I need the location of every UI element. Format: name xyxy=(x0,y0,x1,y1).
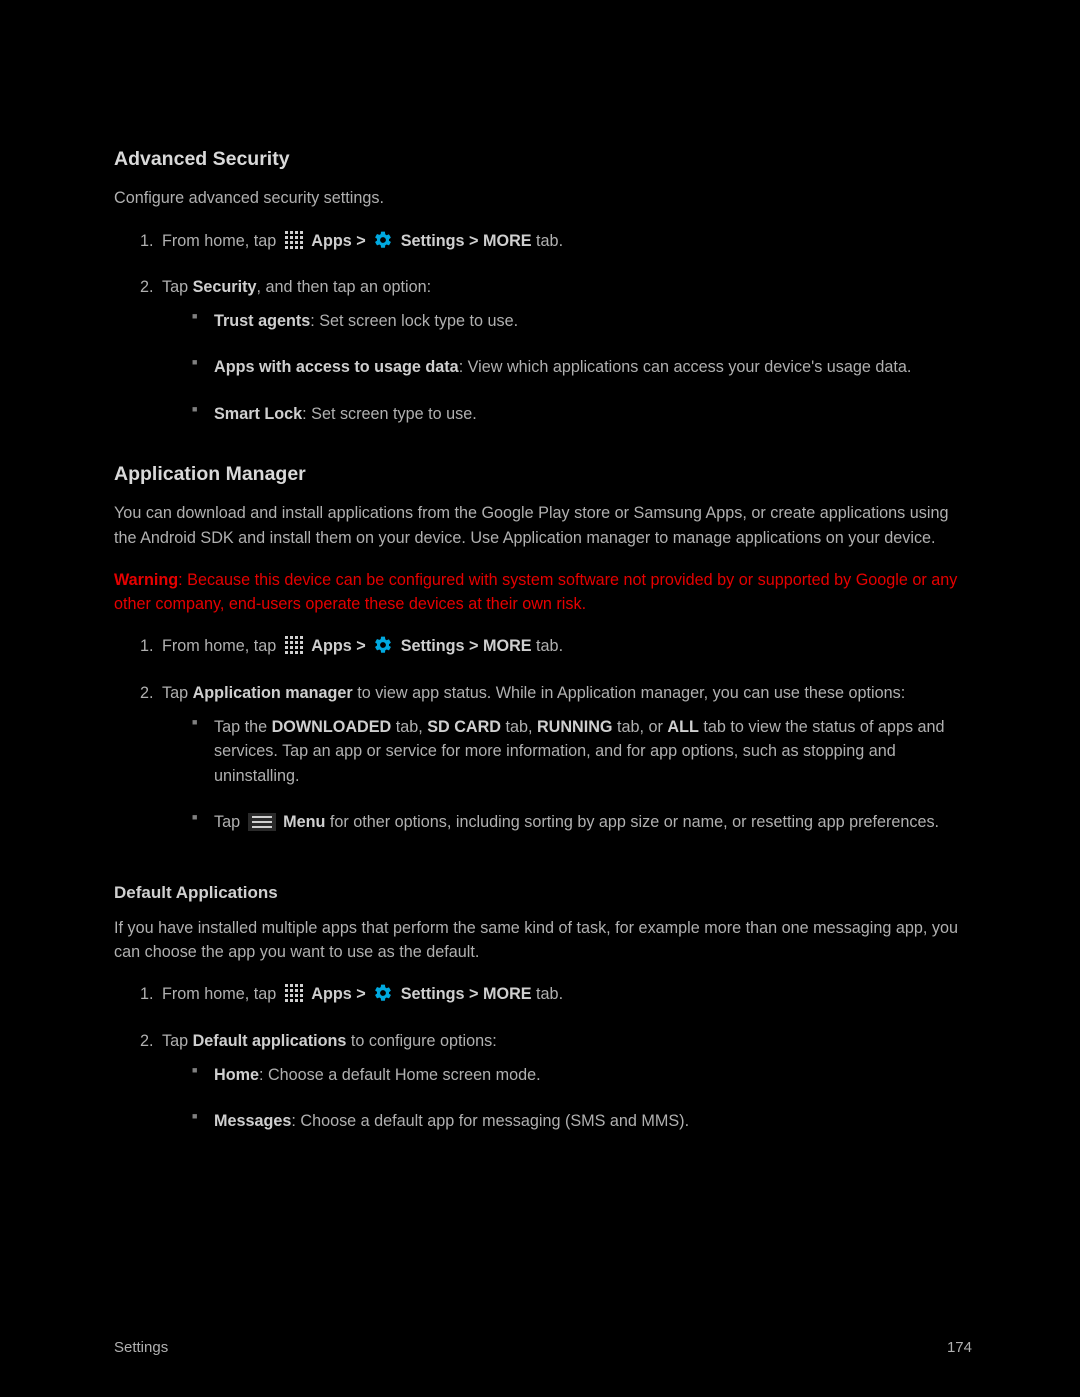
page-footer: Settings 174 xyxy=(114,1337,972,1360)
footer-section-name: Settings xyxy=(114,1337,168,1360)
step-2-text-c2: to view app status. While in Application… xyxy=(353,684,906,702)
security-label: Security xyxy=(193,278,257,296)
option-smart-lock: Smart Lock: Set screen type to use. xyxy=(192,402,972,426)
steps-default-applications: From home, tap Apps > Settings > MORE ta… xyxy=(136,982,972,1133)
menu-a: Tap xyxy=(214,813,245,831)
tab-suffix: tab. xyxy=(532,637,564,655)
messages-label: Messages xyxy=(214,1112,291,1130)
sdcard-tab-label: SD CARD xyxy=(427,718,501,736)
tabs-m1: tab, xyxy=(391,718,427,736)
downloaded-tab-label: DOWNLOADED xyxy=(272,718,392,736)
default-applications-label: Default applications xyxy=(193,1032,347,1050)
heading-default-applications: Default Applications xyxy=(114,880,972,906)
intro-application-manager: You can download and install application… xyxy=(114,501,972,550)
running-tab-label: RUNNING xyxy=(537,718,613,736)
option-trust-agents: Trust agents: Set screen lock type to us… xyxy=(192,309,972,333)
intro-default-applications: If you have installed multiple apps that… xyxy=(114,916,972,965)
settings-gear-icon xyxy=(373,983,393,1010)
apps-grid-icon xyxy=(284,983,304,1010)
home-desc: : Choose a default Home screen mode. xyxy=(259,1066,541,1084)
settings-more-label: Settings > MORE xyxy=(401,985,532,1003)
heading-application-manager: Application Manager xyxy=(114,460,972,489)
defapp-options: Home: Choose a default Home screen mode.… xyxy=(192,1063,972,1134)
trust-agents-label: Trust agents xyxy=(214,312,310,330)
appmgr-options: Tap the DOWNLOADED tab, SD CARD tab, RUN… xyxy=(192,715,972,838)
step-2: Tap Security, and then tap an option: Tr… xyxy=(158,275,972,426)
settings-gear-icon xyxy=(373,635,393,662)
option-messages: Messages: Choose a default app for messa… xyxy=(192,1109,972,1133)
tab-suffix: tab. xyxy=(532,985,564,1003)
tab-suffix: tab. xyxy=(532,232,564,250)
warning-body: : Because this device can be configured … xyxy=(114,571,957,613)
menu-label: Menu xyxy=(283,813,325,831)
step-2-appmgr: Tap Application manager to view app stat… xyxy=(158,681,972,838)
tabs-m2: tab, xyxy=(501,718,537,736)
option-tabs: Tap the DOWNLOADED tab, SD CARD tab, RUN… xyxy=(192,715,972,788)
tabs-a: Tap the xyxy=(214,718,272,736)
apps-label: Apps > xyxy=(311,637,370,655)
apps-label: Apps > xyxy=(311,232,370,250)
option-menu: Tap Menu for other options, including so… xyxy=(192,810,972,838)
trust-agents-desc: : Set screen lock type to use. xyxy=(310,312,518,330)
steps-advanced-security: From home, tap Apps > Settings > MORE ta… xyxy=(136,229,972,426)
step-2-defapp: Tap Default applications to configure op… xyxy=(158,1029,972,1134)
security-options: Trust agents: Set screen lock type to us… xyxy=(192,309,972,426)
step-1-text-a: From home, tap xyxy=(162,232,281,250)
step-2-text-a2: Tap xyxy=(162,684,193,702)
step-1-defapp: From home, tap Apps > Settings > MORE ta… xyxy=(158,982,972,1010)
menu-hamburger-icon xyxy=(248,813,276,838)
steps-application-manager: From home, tap Apps > Settings > MORE ta… xyxy=(136,634,972,838)
settings-more-label: Settings > MORE xyxy=(401,637,532,655)
option-home: Home: Choose a default Home screen mode. xyxy=(192,1063,972,1087)
step-1-text-a2: From home, tap xyxy=(162,637,281,655)
messages-desc: : Choose a default app for messaging (SM… xyxy=(291,1112,689,1130)
intro-advanced-security: Configure advanced security settings. xyxy=(114,186,972,210)
tabs-m3: tab, or xyxy=(613,718,668,736)
settings-gear-icon xyxy=(373,230,393,257)
smart-lock-label: Smart Lock xyxy=(214,405,302,423)
home-label: Home xyxy=(214,1066,259,1084)
application-manager-label: Application manager xyxy=(193,684,353,702)
apps-grid-icon xyxy=(284,635,304,662)
step-2-text-a3: Tap xyxy=(162,1032,193,1050)
all-tab-label: ALL xyxy=(667,718,698,736)
usage-data-label: Apps with access to usage data xyxy=(214,358,459,376)
apps-label: Apps > xyxy=(311,985,370,1003)
footer-page-number: 174 xyxy=(947,1337,972,1360)
usage-data-desc: : View which applications can access you… xyxy=(459,358,912,376)
option-usage-data: Apps with access to usage data: View whi… xyxy=(192,355,972,379)
warning-label: Warning xyxy=(114,571,178,589)
step-1-appmgr: From home, tap Apps > Settings > MORE ta… xyxy=(158,634,972,662)
step-2-text-c: , and then tap an option: xyxy=(257,278,432,296)
step-1-text-a3: From home, tap xyxy=(162,985,281,1003)
apps-grid-icon xyxy=(284,230,304,257)
step-1: From home, tap Apps > Settings > MORE ta… xyxy=(158,229,972,257)
manual-page: Advanced Security Configure advanced sec… xyxy=(0,0,1080,1397)
warning-text: Warning: Because this device can be conf… xyxy=(114,568,972,617)
settings-more-label: Settings > MORE xyxy=(401,232,532,250)
step-2-text-a: Tap xyxy=(162,278,193,296)
menu-r: for other options, including sorting by … xyxy=(325,813,939,831)
smart-lock-desc: : Set screen type to use. xyxy=(302,405,477,423)
step-2-text-c3: to configure options: xyxy=(346,1032,496,1050)
heading-advanced-security: Advanced Security xyxy=(114,145,972,174)
